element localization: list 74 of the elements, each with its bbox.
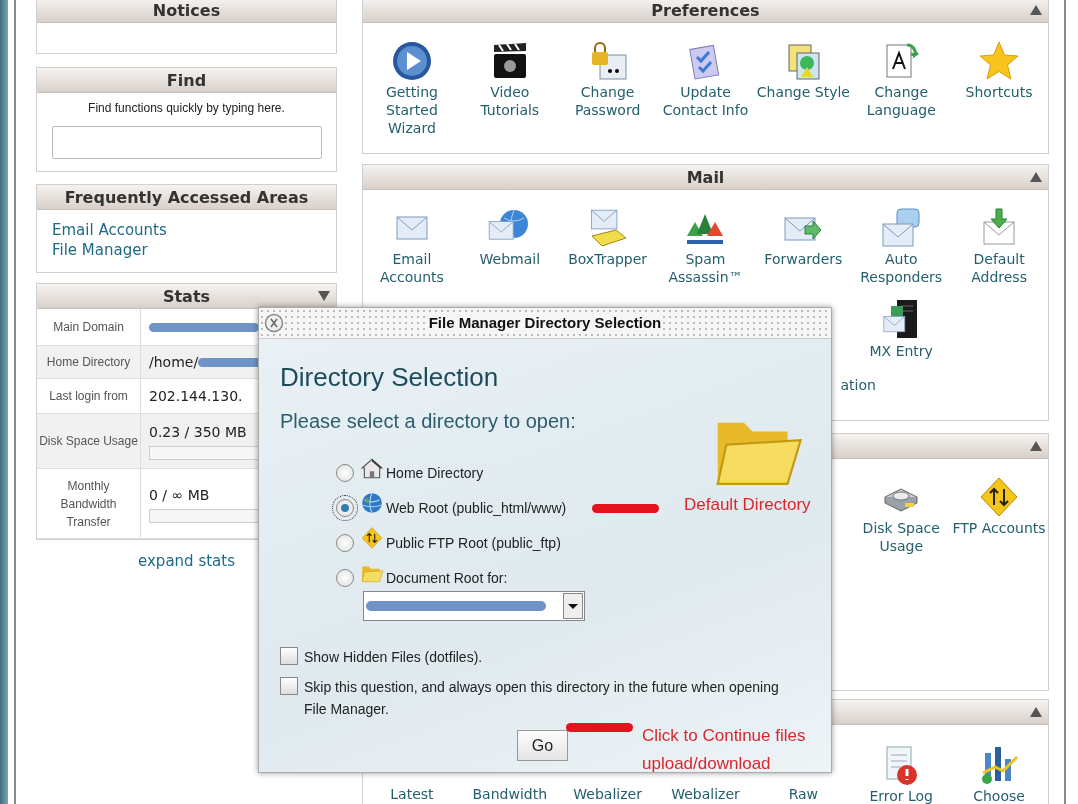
icon-label[interactable]: FTP Accounts <box>950 519 1048 537</box>
collapse-icon[interactable] <box>1030 707 1042 717</box>
icon-label[interactable]: Change Style <box>754 83 852 101</box>
house-icon <box>360 456 384 480</box>
radio-button[interactable] <box>336 569 354 587</box>
go-button[interactable]: Go <box>517 730 568 761</box>
document-root-select[interactable] <box>363 591 585 621</box>
find-hint: Find functions quickly by typing here. <box>88 100 285 117</box>
icon-label[interactable]: Getting Started Wizard <box>363 83 461 137</box>
radio-button[interactable] <box>336 534 354 552</box>
icon-label[interactable]: Shortcuts <box>963 83 1035 101</box>
checkbox-label: Show Hidden Files (dotfiles). <box>304 648 484 667</box>
stat-label: Home Directory <box>46 354 131 371</box>
expand-icon[interactable] <box>318 291 330 301</box>
dialog-heading: Directory Selection <box>280 361 500 393</box>
option-label: Document Root for: <box>386 569 508 587</box>
panel-title: Mail <box>686 166 725 189</box>
dialog-prompt: Please select a directory to open: <box>280 409 577 434</box>
icon-label[interactable]: Update Contact Info <box>656 83 755 119</box>
icon-label[interactable]: Email Accounts <box>363 250 461 286</box>
annotation-text: Default Directory <box>684 494 811 516</box>
stat-label: Disk Space Usage <box>39 433 138 450</box>
panel-title: Preferences <box>651 0 760 22</box>
option-label: Home Directory <box>386 464 484 482</box>
icon-label[interactable]: BoxTrapper <box>566 250 650 268</box>
radio-button[interactable] <box>336 499 354 517</box>
checkbox[interactable] <box>280 647 298 665</box>
collapse-icon[interactable] <box>1030 172 1042 182</box>
annotation-text: Click to Continue files upload/download <box>642 725 807 775</box>
stat-label: Main Domain <box>53 319 124 336</box>
icon-label[interactable]: Bandwidth <box>470 785 550 803</box>
option-label: Web Root (public_html/www) <box>386 499 567 517</box>
icon-label[interactable]: Webalizer <box>571 785 644 803</box>
icon-label[interactable]: Choose <box>971 787 1027 804</box>
expand-stats-link[interactable]: expand stats <box>138 550 235 573</box>
globe-icon <box>360 491 384 515</box>
stat-label: Last login from <box>49 388 128 405</box>
icon-label[interactable]: Webmail <box>477 250 543 268</box>
quick-link[interactable]: File Manager <box>52 240 148 260</box>
icon-label[interactable]: Latest <box>388 785 436 803</box>
checkbox[interactable] <box>280 677 298 695</box>
radio-button[interactable] <box>336 464 354 482</box>
icon-label[interactable]: Spam Assassin™ <box>656 250 755 286</box>
icon-label[interactable]: Webalizer <box>669 785 742 803</box>
icon-label[interactable]: Raw <box>786 785 821 803</box>
icon-label[interactable]: Auto Responders <box>852 250 951 286</box>
icon-label[interactable]: Forwarders <box>762 250 845 268</box>
icon-label[interactable]: ation <box>838 376 878 394</box>
icon-label[interactable]: Default Address <box>950 250 1048 286</box>
close-button[interactable] <box>264 313 284 333</box>
icon-label[interactable]: Change Password <box>558 83 657 119</box>
stat-value: 0.23 / 350 MB <box>149 423 247 442</box>
icon-label[interactable]: Video Tutorials <box>460 83 559 119</box>
icon-label[interactable]: Error Log <box>867 787 935 804</box>
panel-title: Find <box>166 69 207 92</box>
icon-label[interactable]: Change Language <box>852 83 951 119</box>
panel-title: Frequently Accessed Areas <box>64 186 309 209</box>
quick-link[interactable]: Email Accounts <box>52 220 167 240</box>
collapse-icon[interactable] <box>1030 441 1042 451</box>
annotation-stroke <box>592 504 659 513</box>
stat-value: /home/ <box>149 352 199 372</box>
search-field[interactable] <box>51 126 322 159</box>
stat-value: 0 / ∞ MB <box>149 485 210 505</box>
arrows-diamond-icon <box>360 526 384 550</box>
option-label: Public FTP Root (public_ftp) <box>386 534 561 552</box>
collapse-icon[interactable] <box>1030 5 1042 15</box>
annotation-stroke <box>566 723 633 732</box>
panel-title: Notices <box>152 0 221 22</box>
checkbox-label: Skip this question, and always open this directory in the future when opening File Manager. <box>304 678 780 719</box>
icon-label[interactable]: Disk Space Usage <box>852 519 951 555</box>
panel-title: Stats <box>162 285 211 308</box>
stat-value: 202.144.130. <box>149 386 243 406</box>
icon-label[interactable]: MX Entry <box>867 342 935 360</box>
stat-label: Monthly Bandwidth Transfer <box>59 477 118 531</box>
